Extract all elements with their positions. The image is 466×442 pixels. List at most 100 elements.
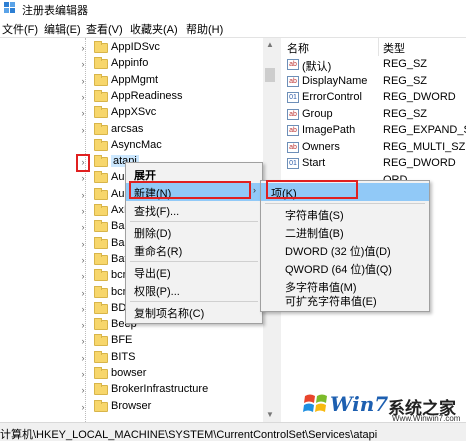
folder-icon bbox=[94, 89, 108, 102]
tree-item[interactable]: › BITS bbox=[0, 350, 270, 366]
tree-item[interactable]: › BFE bbox=[0, 333, 270, 349]
submenu-arrow-icon: › bbox=[253, 185, 256, 195]
highlight-box-new bbox=[129, 181, 251, 199]
expand-chevron-icon[interactable]: › bbox=[78, 221, 88, 233]
expand-chevron-icon[interactable]: › bbox=[78, 42, 88, 54]
folder-icon bbox=[94, 399, 108, 412]
folder-icon bbox=[94, 334, 108, 347]
tree-item[interactable]: › Browser bbox=[0, 399, 270, 415]
string-value-icon: ab bbox=[287, 141, 299, 153]
folder-icon bbox=[94, 187, 108, 200]
column-header-name[interactable]: 名称 bbox=[287, 40, 309, 56]
expand-chevron-icon[interactable]: › bbox=[78, 401, 88, 413]
tree-item[interactable]: › BrokerInfrastructure bbox=[0, 382, 270, 398]
submenu-item-string[interactable]: 字符串值(S) bbox=[261, 205, 429, 223]
value-row[interactable]: ab DisplayName REG_SZ bbox=[281, 74, 466, 90]
expand-chevron-icon[interactable]: › bbox=[78, 303, 88, 315]
expand-chevron-icon[interactable]: › bbox=[78, 91, 88, 103]
watermark-brand: Win7 bbox=[330, 392, 389, 416]
scroll-down-icon[interactable]: ▼ bbox=[265, 410, 275, 420]
string-value-icon: ab bbox=[287, 75, 299, 87]
tree-item-label: arcsas bbox=[111, 122, 144, 135]
expand-chevron-icon[interactable] bbox=[78, 140, 88, 152]
column-header-type[interactable]: 类型 bbox=[383, 40, 405, 56]
value-row[interactable]: abImagePath REG_EXPAND_SZ bbox=[281, 123, 466, 139]
menu-item-permissions[interactable]: 权限(P)... bbox=[126, 281, 262, 299]
folder-icon bbox=[94, 155, 108, 168]
scroll-thumb[interactable] bbox=[265, 68, 275, 82]
title-bar: 注册表编辑器 bbox=[0, 0, 466, 17]
value-row[interactable]: ab (默认) REG_SZ bbox=[281, 57, 466, 73]
submenu-item-expandable-string[interactable]: 可扩充字符串值(E) bbox=[261, 291, 429, 309]
string-value-icon: ab bbox=[287, 59, 299, 70]
folder-icon bbox=[94, 106, 108, 119]
tree-item[interactable]: AsyncMac bbox=[0, 138, 270, 154]
expand-chevron-icon[interactable]: › bbox=[78, 384, 88, 396]
menu-item-rename[interactable]: 重命名(R) bbox=[126, 241, 262, 259]
folder-icon bbox=[94, 383, 108, 396]
tree-item[interactable]: › AppReadiness bbox=[0, 89, 270, 105]
highlight-box-key bbox=[266, 180, 358, 199]
tree-item-label: BrokerInfrastructure bbox=[111, 383, 209, 396]
menu-view[interactable]: 查看(V) bbox=[86, 21, 123, 37]
expand-chevron-icon[interactable]: › bbox=[78, 58, 88, 70]
expand-chevron-icon[interactable]: › bbox=[78, 368, 88, 380]
tree-item-label: AppIDSvc bbox=[111, 41, 160, 53]
menu-file[interactable]: 文件(F) bbox=[2, 21, 38, 37]
menu-item-find[interactable]: 查找(F)... bbox=[126, 201, 262, 219]
expand-chevron-icon[interactable]: › bbox=[78, 287, 88, 299]
submenu-item-qword[interactable]: QWORD (64 位)值(Q) bbox=[261, 259, 429, 277]
expand-chevron-icon[interactable]: › bbox=[76, 154, 90, 173]
tree-item[interactable]: › AppMgmt bbox=[0, 73, 270, 89]
expand-chevron-icon[interactable]: › bbox=[78, 75, 88, 87]
tree-item[interactable]: › arcsas bbox=[0, 122, 270, 138]
submenu-item-dword[interactable]: DWORD (32 位)值(D) bbox=[261, 241, 429, 259]
expand-chevron-icon[interactable]: › bbox=[78, 124, 88, 136]
column-divider[interactable] bbox=[378, 38, 379, 56]
value-name: ImagePath bbox=[302, 124, 356, 136]
folder-icon bbox=[94, 285, 108, 298]
menu-separator bbox=[130, 261, 258, 262]
expand-chevron-icon[interactable]: › bbox=[78, 107, 88, 119]
menu-favorites[interactable]: 收藏夹(A) bbox=[130, 21, 178, 37]
value-name: Group bbox=[302, 107, 333, 120]
folder-icon bbox=[94, 171, 108, 184]
expand-chevron-icon[interactable]: › bbox=[78, 172, 88, 184]
menu-edit[interactable]: 编辑(E) bbox=[44, 21, 81, 37]
expand-chevron-icon[interactable]: › bbox=[78, 335, 88, 347]
tree-item[interactable]: › AppXSvc bbox=[0, 105, 270, 121]
expand-chevron-icon[interactable]: › bbox=[78, 319, 88, 331]
value-row[interactable]: ab Owners REG_MULTI_SZ bbox=[281, 140, 466, 156]
expand-chevron-icon[interactable]: › bbox=[78, 189, 88, 201]
value-name: Owners bbox=[302, 140, 340, 153]
value-type: REG_SZ bbox=[383, 58, 428, 70]
menu-item-copy-key-name[interactable]: 复制项名称(C) bbox=[126, 303, 262, 321]
scroll-up-icon[interactable]: ▲ bbox=[265, 40, 275, 50]
folder-icon bbox=[94, 204, 108, 216]
value-name: (默认) bbox=[302, 61, 332, 73]
folder-icon bbox=[94, 220, 108, 233]
binary-value-icon: 01 bbox=[287, 92, 299, 103]
watermark: Win7 系统之家 Www.Winwin7.com bbox=[300, 388, 466, 423]
tree-item[interactable]: › AppIDSvc bbox=[0, 40, 270, 56]
binary-value-icon: 01 bbox=[287, 158, 299, 169]
tree-item[interactable]: › Appinfo bbox=[0, 56, 270, 72]
tree-item[interactable]: › bowser bbox=[0, 366, 270, 382]
value-row[interactable]: 01 Start REG_DWORD bbox=[281, 156, 466, 172]
menu-bar: 文件(F) 编辑(E) 查看(V) 收藏夹(A) 帮助(H) bbox=[0, 19, 466, 37]
menu-item-delete[interactable]: 删除(D) bbox=[126, 223, 262, 241]
folder-icon bbox=[94, 73, 108, 86]
expand-chevron-icon[interactable]: › bbox=[78, 205, 88, 217]
menu-help[interactable]: 帮助(H) bbox=[186, 21, 223, 37]
expand-chevron-icon[interactable]: › bbox=[78, 238, 88, 250]
value-name: DisplayName bbox=[302, 74, 368, 87]
folder-icon bbox=[94, 367, 108, 379]
expand-chevron-icon[interactable]: › bbox=[78, 352, 88, 364]
menu-separator bbox=[130, 221, 258, 222]
expand-chevron-icon[interactable]: › bbox=[78, 254, 88, 266]
expand-chevron-icon[interactable]: › bbox=[78, 270, 88, 282]
value-row[interactable]: 01 ErrorControl REG_DWORD bbox=[281, 90, 466, 106]
menu-item-export[interactable]: 导出(E) bbox=[126, 263, 262, 281]
submenu-item-binary[interactable]: 二进制值(B) bbox=[261, 223, 429, 241]
value-row[interactable]: ab Group REG_SZ bbox=[281, 107, 466, 123]
